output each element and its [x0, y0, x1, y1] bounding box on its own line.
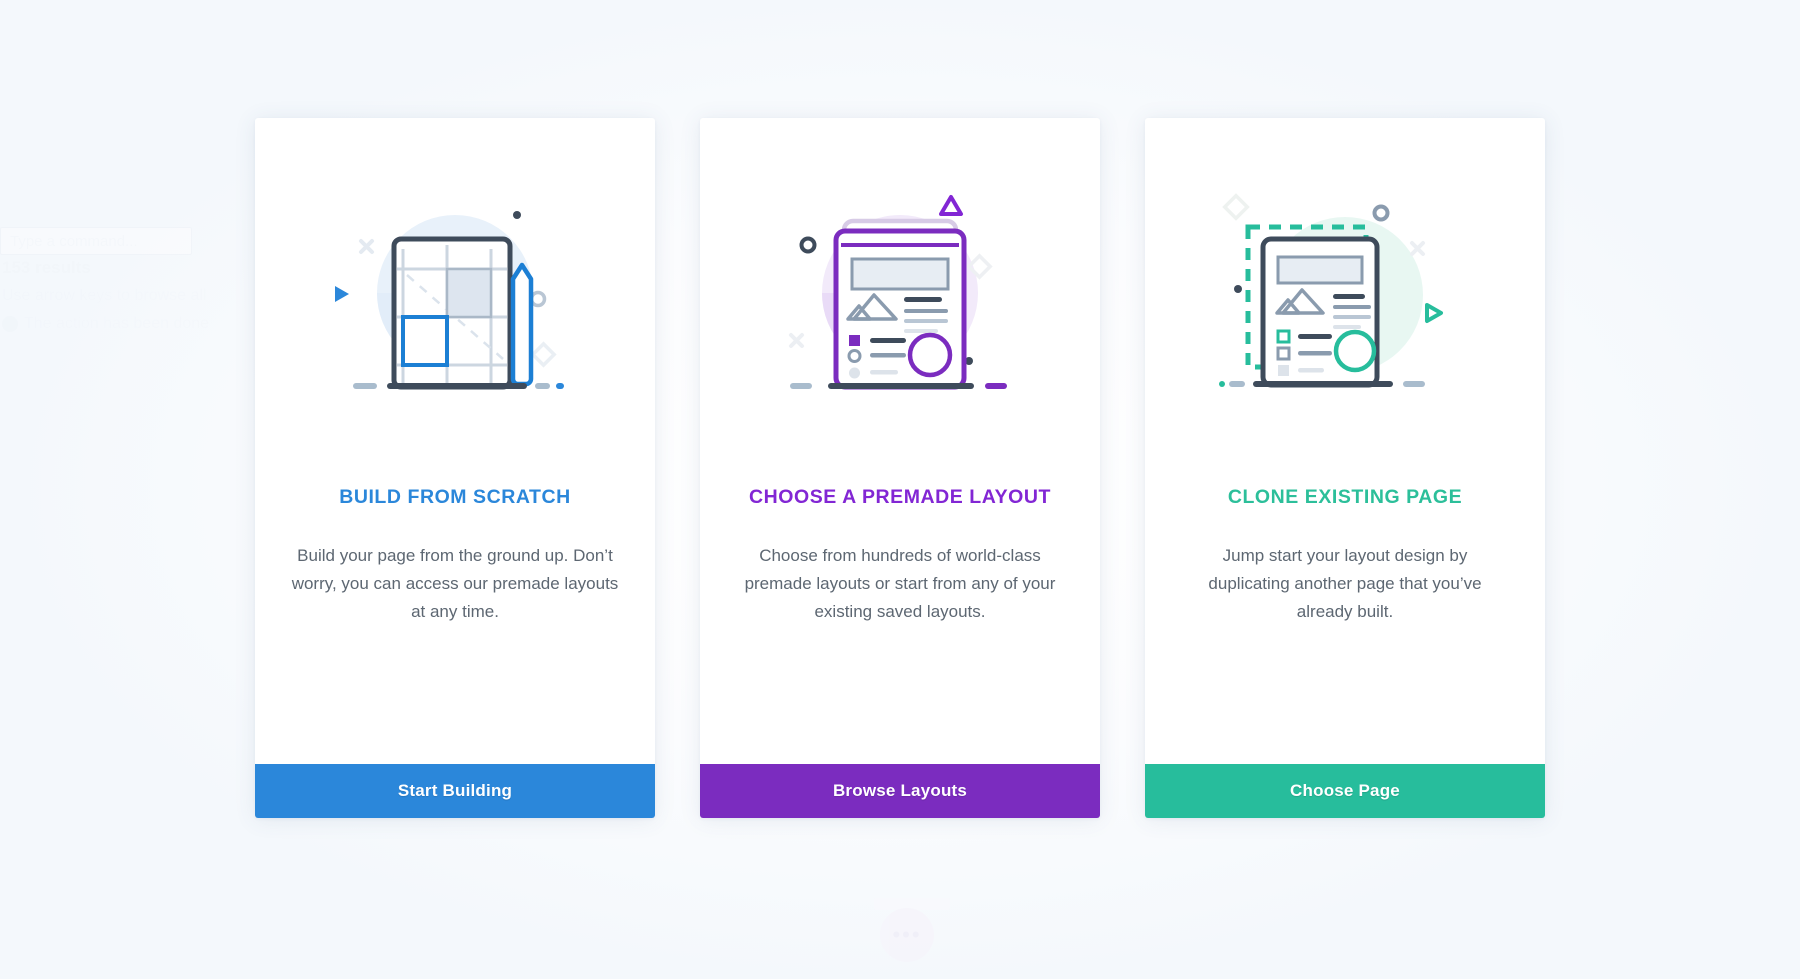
card-choose-premade-layout[interactable]: CHOOSE A PREMADE LAYOUT Choose from hund…	[700, 118, 1100, 818]
illustration-blueprint-grid	[255, 118, 655, 478]
premade-layout-illustration-svg	[789, 195, 1007, 390]
choose-page-button[interactable]: Choose Page	[1145, 764, 1545, 818]
card-title: CLONE EXISTING PAGE	[1227, 486, 1463, 508]
ghost-results-count: 153 results	[2, 258, 91, 277]
illustration-stacked-layouts	[700, 118, 1100, 478]
card-spacer	[255, 626, 655, 764]
ghost-more-options-button: •••	[880, 908, 934, 962]
card-description: Choose from hundreds of world-class prem…	[744, 546, 1056, 622]
card-spacer	[700, 626, 1100, 764]
card-description: Build your page from the ground up. Don’…	[291, 546, 619, 622]
card-spacer	[1145, 626, 1545, 764]
card-clone-existing-page[interactable]: CLONE EXISTING PAGE Jump start your layo…	[1145, 118, 1545, 818]
ghost-check-icon	[2, 316, 18, 332]
card-title: BUILD FROM SCRATCH	[339, 486, 571, 508]
card-build-from-scratch[interactable]: BUILD FROM SCRATCH Build your page from …	[255, 118, 655, 818]
browse-layouts-button[interactable]: Browse Layouts	[700, 764, 1100, 818]
new-page-chooser-screen: Type a command... 153 results Use arrow …	[0, 0, 1800, 979]
start-building-button[interactable]: Start Building	[255, 764, 655, 818]
card-description: Jump start your layout design by duplica…	[1208, 546, 1482, 622]
blueprint-illustration-svg	[335, 211, 564, 390]
ghost-search-placeholder: Type a command...	[10, 233, 138, 250]
ghost-toast-message: The action has been done	[24, 315, 210, 332]
card-title: CHOOSE A PREMADE LAYOUT	[749, 486, 1051, 508]
option-card-list: BUILD FROM SCRATCH Build your page from …	[255, 118, 1545, 818]
illustration-clone-page	[1145, 118, 1545, 478]
clone-page-illustration-svg	[1219, 193, 1443, 388]
ghost-keyboard-hint: Use arrow keys to browse all	[2, 287, 207, 304]
